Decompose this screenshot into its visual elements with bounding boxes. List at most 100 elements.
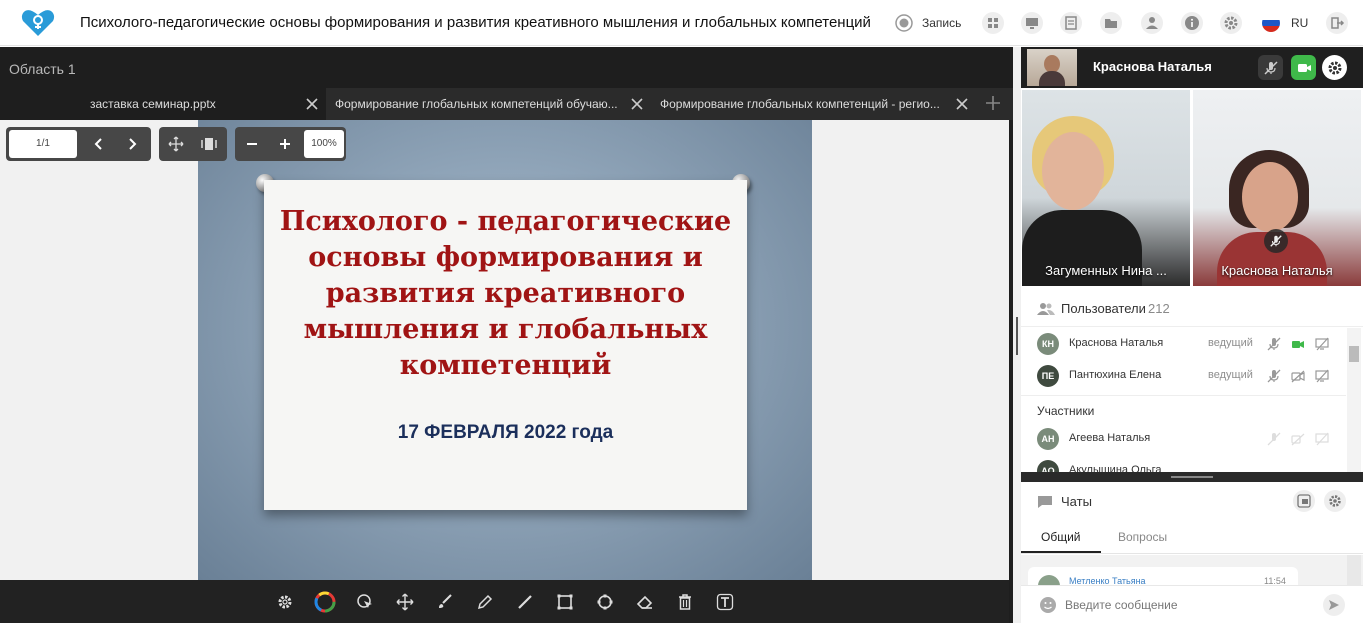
scrollbar-thumb[interactable] (1349, 346, 1359, 362)
add-tab-icon[interactable] (984, 94, 1002, 112)
chat-scrollbar[interactable] (1347, 555, 1361, 585)
panel-resize-bar[interactable] (1021, 472, 1363, 482)
user-role: ведущий (1208, 369, 1253, 381)
exit-button[interactable] (1326, 12, 1348, 34)
user-name: Агеева Наталья (1069, 432, 1151, 444)
participants-button[interactable] (1141, 12, 1163, 34)
send-button[interactable] (1323, 594, 1345, 616)
info-button[interactable] (1181, 12, 1203, 34)
mic-off-icon[interactable] (1266, 368, 1282, 384)
app-logo-icon (21, 10, 55, 36)
self-name: Краснова Наталья (1093, 59, 1212, 74)
settings-button[interactable] (1220, 12, 1242, 34)
eraser-tool-button[interactable] (634, 591, 656, 613)
area-title: Область 1 (9, 61, 76, 77)
user-name: Краснова Наталья (1069, 337, 1164, 349)
self-avatar (1027, 49, 1077, 86)
user-name: Пантюхина Елена (1069, 369, 1162, 381)
emoji-icon[interactable] (1039, 596, 1057, 614)
line-tool-button[interactable] (514, 591, 536, 613)
tab-label: Формирование глобальных компетенций обуч… (335, 97, 618, 111)
zoom-level[interactable]: 100% (304, 130, 344, 158)
user-row[interactable]: АН Агеева Наталья (1021, 425, 1346, 453)
language-label[interactable]: RU (1291, 16, 1308, 30)
tab-document-2[interactable]: Формирование глобальных компетенций обуч… (327, 88, 651, 120)
tab-general[interactable]: Общий (1041, 530, 1081, 544)
tab-label: Формирование глобальных компетенций - ре… (660, 97, 940, 111)
draw-settings-button[interactable] (274, 591, 296, 613)
message-input-row (1021, 585, 1363, 623)
divider (1021, 395, 1346, 396)
close-icon[interactable] (954, 96, 970, 112)
mute-mic-button[interactable] (1258, 55, 1283, 80)
language-flag[interactable] (1260, 12, 1282, 34)
screen-share-off-icon[interactable] (1314, 336, 1330, 352)
mic-off-icon (1263, 60, 1278, 75)
prev-page-button[interactable] (89, 134, 109, 154)
brush-tool-button[interactable] (434, 591, 456, 613)
zoom-in-button[interactable] (275, 134, 295, 154)
users-label: Пользователи (1061, 301, 1146, 316)
chat-settings-button[interactable] (1324, 490, 1346, 512)
rectangle-tool-button[interactable] (554, 591, 576, 613)
zoom-controls: 100% (235, 127, 346, 161)
russia-flag-icon (1262, 14, 1280, 32)
close-icon[interactable] (629, 96, 645, 112)
resize-handle[interactable] (1171, 476, 1213, 478)
fit-width-icon (201, 138, 217, 150)
panel-splitter[interactable] (1013, 47, 1021, 623)
color-picker-button[interactable] (314, 591, 336, 613)
user-row[interactable]: АО Акулышина Ольга (1021, 457, 1346, 472)
screen-share-button[interactable] (1021, 12, 1043, 34)
close-icon[interactable] (304, 96, 320, 112)
pointer-tool-button[interactable] (354, 591, 376, 613)
fit-page-button[interactable] (166, 134, 186, 154)
record-label[interactable]: Запись (922, 16, 961, 30)
chat-label: Чаты (1061, 494, 1092, 509)
files-button[interactable] (1100, 12, 1122, 34)
screen-share-off-icon[interactable] (1314, 368, 1330, 384)
splitter-handle[interactable] (1016, 317, 1018, 355)
media-settings-button[interactable] (1322, 55, 1347, 80)
page-number-input[interactable]: 1/1 (9, 130, 77, 158)
mic-off-icon[interactable] (1266, 431, 1282, 447)
next-page-button[interactable] (122, 134, 142, 154)
message-input[interactable] (1065, 594, 1325, 616)
zoom-out-button[interactable] (242, 134, 262, 154)
gear-icon (1329, 495, 1341, 507)
users-header: Пользователи 212 (1021, 289, 1363, 327)
documents-button[interactable] (1060, 12, 1082, 34)
tab-document-1[interactable]: заставка семинар.pptx (0, 88, 326, 120)
chat-bubble-icon (1038, 496, 1052, 508)
gear-icon (1224, 16, 1238, 30)
tab-questions[interactable]: Вопросы (1118, 530, 1167, 544)
chat-list-icon (1297, 494, 1311, 508)
muted-indicator (1264, 229, 1288, 253)
pencil-tool-button[interactable] (474, 591, 496, 613)
move-tool-button[interactable] (394, 591, 416, 613)
fit-width-button[interactable] (199, 134, 219, 154)
mic-off-icon[interactable] (1266, 336, 1282, 352)
camera-off-icon[interactable] (1290, 368, 1306, 384)
layout-button[interactable] (982, 12, 1004, 34)
clear-button[interactable] (674, 591, 696, 613)
info-icon (1185, 16, 1199, 30)
ellipse-tool-button[interactable] (594, 591, 616, 613)
gear-icon (1328, 61, 1341, 74)
user-avatar: АО (1037, 460, 1059, 472)
move-arrows-icon (396, 593, 414, 611)
tab-document-3[interactable]: Формирование глобальных компетенций - ре… (652, 88, 976, 120)
camera-button[interactable] (1291, 55, 1316, 80)
text-tool-button[interactable] (714, 591, 736, 613)
chat-export-button[interactable] (1293, 490, 1315, 512)
video-tile-1[interactable]: Загуменных Нина ... (1022, 90, 1190, 286)
record-button[interactable] (893, 12, 915, 34)
user-row[interactable]: ПЕ Пантюхина Елена ведущий (1021, 362, 1346, 390)
camera-on-icon[interactable] (1290, 336, 1306, 352)
chevron-right-icon (129, 138, 137, 150)
video-tile-2[interactable]: Краснова Наталья (1193, 90, 1361, 286)
user-row[interactable]: КН Краснова Наталья ведущий (1021, 330, 1346, 358)
users-scrollbar[interactable] (1347, 328, 1361, 472)
screen-share-off-icon[interactable] (1314, 431, 1330, 447)
camera-off-icon[interactable] (1290, 431, 1306, 447)
